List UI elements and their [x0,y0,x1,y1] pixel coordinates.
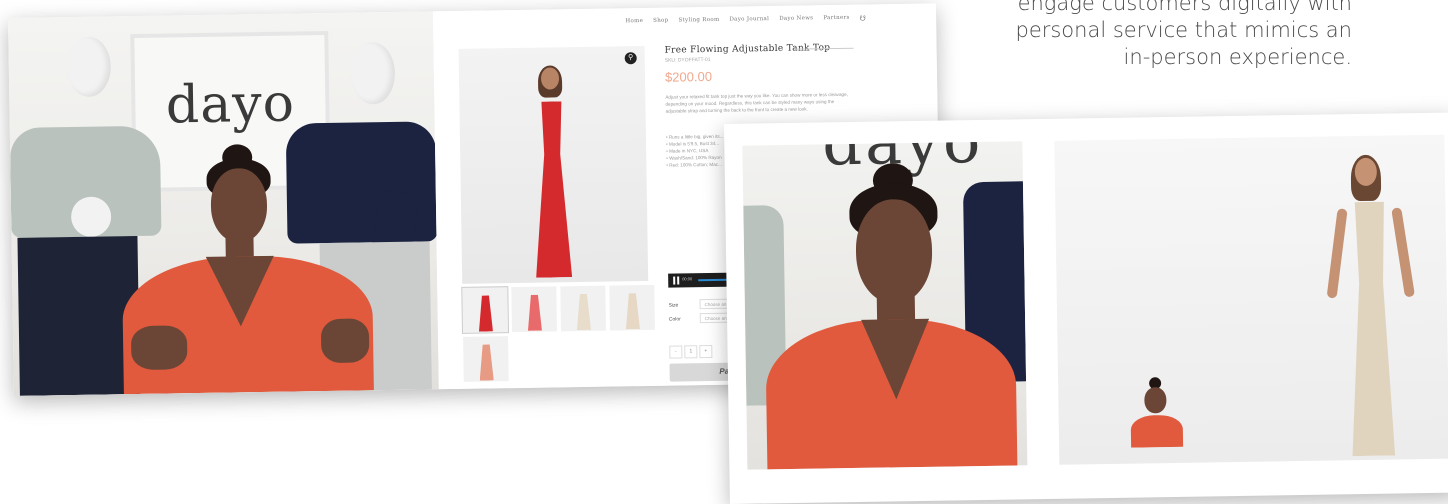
qty-minus-button[interactable]: - [669,345,683,359]
nav-dayo-news[interactable]: Dayo News [779,15,813,24]
thumbnail-2[interactable] [511,286,557,333]
nav-shop[interactable]: Shop [653,18,668,26]
nav-dayo-journal[interactable]: Dayo Journal [729,16,769,25]
quantity-stepper: - 1 + [669,344,713,359]
headline-text: engage customers digitally with personal… [932,0,1352,71]
product-price: $200.00 [664,68,713,85]
qty-value[interactable]: 1 [684,345,698,359]
host-person [120,142,374,395]
model-ivory-gown [1325,154,1420,458]
nav-home[interactable]: Home [625,18,643,26]
thumbnail-5[interactable] [463,336,509,382]
product-sku: SKU: DYOFFATT-01 [664,56,711,64]
site-nav: Home Shop Styling Room Dayo Journal Dayo… [625,15,866,27]
nav-partners[interactable]: Partners [823,15,849,23]
size-label: Size [668,302,679,309]
product-thumbnails [461,284,659,382]
thumbnail-3[interactable] [560,285,606,332]
product-main-image[interactable]: ⚲ [458,46,649,284]
headline-line-3: in-person experience. [1123,45,1352,69]
stylist-video-closeup: dayo [742,141,1028,470]
zoom-icon[interactable]: ⚲ [624,52,637,65]
host-person-closeup [763,161,1018,470]
cart-icon[interactable]: ☋ [860,15,867,23]
stylist-video-feed: dayo [8,11,439,396]
thumbnail-4[interactable] [609,284,655,331]
nav-styling-room[interactable]: Styling Room [678,17,719,26]
model-video-feed [1054,134,1448,465]
color-label: Color [668,316,681,323]
headline-line-2: personal service that mimics an [1015,18,1352,42]
video-call-screenshot-right: dayo [724,112,1448,504]
headline-line-1: engage customers digitally with [1017,0,1352,15]
model-red-dress [521,65,584,280]
pause-icon[interactable] [673,276,680,285]
product-description: Adjust your relaxed fit tank top just th… [665,91,848,114]
qty-plus-button[interactable]: + [699,344,713,359]
thumbnail-1[interactable] [461,286,510,334]
picture-in-picture-host [1128,375,1185,448]
player-time: 00:00 [682,276,693,282]
